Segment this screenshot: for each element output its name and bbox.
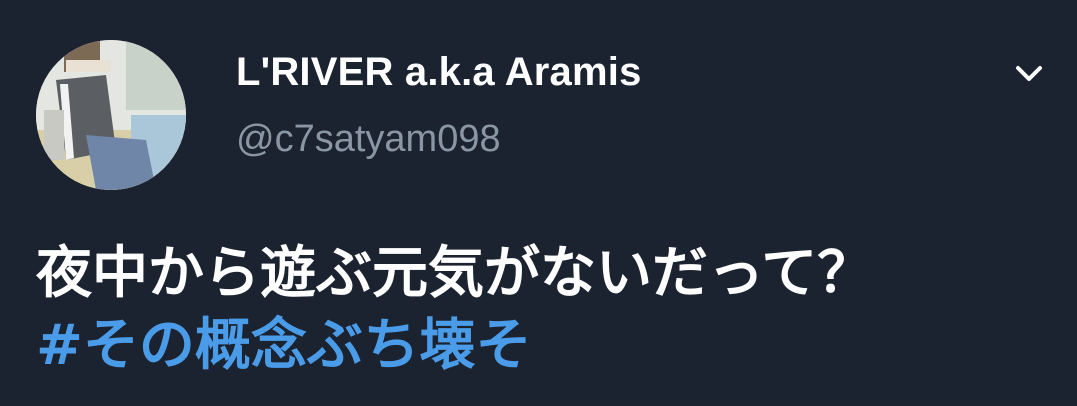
hashtag-link[interactable]: #その概念ぶち壊そ: [36, 310, 1046, 382]
display-name[interactable]: L'RIVER a.k.a Aramis: [236, 50, 642, 95]
avatar[interactable]: [36, 40, 186, 190]
chevron-down-icon[interactable]: [1010, 58, 1048, 88]
tweet-text: 夜中から遊ぶ元気がないだって？: [36, 241, 874, 306]
tweet-card: L'RIVER a.k.a Aramis @c7satyam098 夜中から遊ぶ…: [0, 0, 1077, 406]
avatar-photo: [36, 40, 186, 190]
user-handle[interactable]: @c7satyam098: [236, 118, 501, 161]
tweet-body: 夜中から遊ぶ元気がないだって？ #その概念ぶち壊そ: [36, 238, 1046, 382]
